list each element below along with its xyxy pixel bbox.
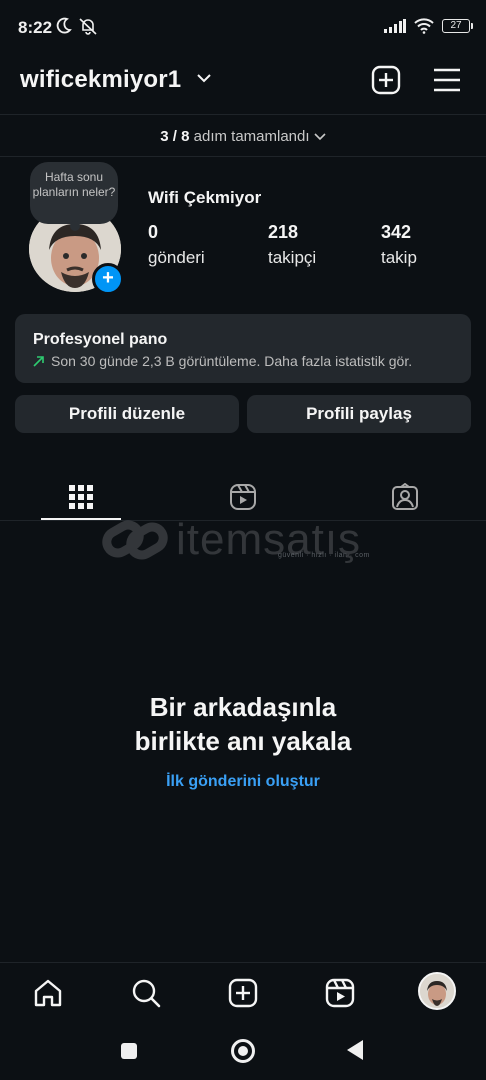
bottom-nav-divider — [0, 962, 486, 963]
battery-icon: 27 — [442, 19, 473, 33]
moon-icon — [56, 17, 72, 34]
create-post-icon[interactable] — [371, 65, 401, 95]
edit-profile-button[interactable]: Profili düzenle — [15, 395, 239, 433]
grid-icon — [69, 485, 93, 509]
nav-reels[interactable] — [320, 973, 360, 1013]
empty-state-title: Bir arkadaşınla birlikte anı yakala — [0, 690, 486, 758]
note-text: Hafta sonu planların neler? — [32, 170, 116, 199]
following-label[interactable]: takip — [381, 248, 417, 268]
posts-count[interactable]: 0 — [148, 222, 158, 243]
status-time: 8:22 — [18, 18, 53, 37]
chevron-down-icon[interactable] — [196, 72, 212, 84]
tab-tagged[interactable] — [324, 475, 486, 519]
search-icon — [132, 979, 161, 1008]
menu-icon[interactable] — [433, 67, 461, 93]
recents-button[interactable] — [121, 1043, 137, 1059]
add-story-button[interactable]: + — [92, 263, 124, 295]
create-first-post-link[interactable]: İlk gönderini oluştur — [0, 773, 486, 791]
status-right-icons: 27 — [384, 18, 473, 34]
empty-title-line1: Bir arkadaşınla — [149, 692, 337, 722]
following-count[interactable]: 342 — [381, 222, 411, 243]
share-profile-button[interactable]: Profili paylaş — [247, 395, 471, 433]
note-bubble[interactable]: Hafta sonu planların neler? — [30, 162, 118, 231]
display-name: Wifi Çekmiyor — [148, 188, 262, 207]
home-icon — [34, 979, 62, 1007]
nav-home[interactable] — [28, 973, 68, 1013]
watermark-logo-icon — [102, 520, 168, 560]
header-divider — [0, 114, 486, 115]
dashboard-subtitle: Son 30 günde 2,3 B görüntüleme. Daha faz… — [51, 353, 413, 369]
empty-title-line2: birlikte anı yakala — [134, 726, 352, 756]
watermark-tagline: güvenli · hızlı · ilan · com — [278, 552, 370, 559]
back-button[interactable] — [347, 1040, 363, 1060]
followers-label[interactable]: takipçi — [268, 248, 316, 268]
dashboard-title: Profesyonel pano — [33, 331, 168, 348]
avatar-photo — [420, 974, 454, 1008]
nav-profile-avatar[interactable] — [418, 972, 456, 1010]
tab-posts-grid[interactable] — [0, 475, 162, 519]
progress-divider — [0, 156, 486, 157]
bell-off-icon — [79, 18, 97, 35]
nav-create[interactable] — [223, 973, 263, 1013]
nav-search[interactable] — [126, 973, 166, 1013]
trend-up-icon — [33, 356, 44, 367]
dashboard-subtitle-row: Son 30 günde 2,3 B görüntüleme. Daha faz… — [33, 353, 412, 369]
reels-icon — [230, 484, 256, 510]
followers-count[interactable]: 218 — [268, 222, 298, 243]
tagged-icon — [392, 483, 418, 510]
reels-icon — [325, 978, 355, 1008]
wifi-icon — [414, 18, 434, 34]
chevron-down-icon — [314, 133, 326, 141]
profile-progress[interactable]: 3 / 8 adım tamamlandı — [0, 128, 486, 145]
username-title[interactable]: wificekmiyor1 — [20, 66, 181, 94]
home-button[interactable] — [231, 1039, 255, 1063]
progress-label: adım tamamlandı — [193, 128, 310, 145]
create-icon — [228, 978, 258, 1008]
signal-icon — [384, 19, 406, 33]
progress-count: 3 / 8 — [160, 128, 190, 145]
posts-label[interactable]: gönderi — [148, 248, 205, 268]
status-left-icons — [56, 17, 98, 35]
tab-reels[interactable] — [162, 475, 324, 519]
